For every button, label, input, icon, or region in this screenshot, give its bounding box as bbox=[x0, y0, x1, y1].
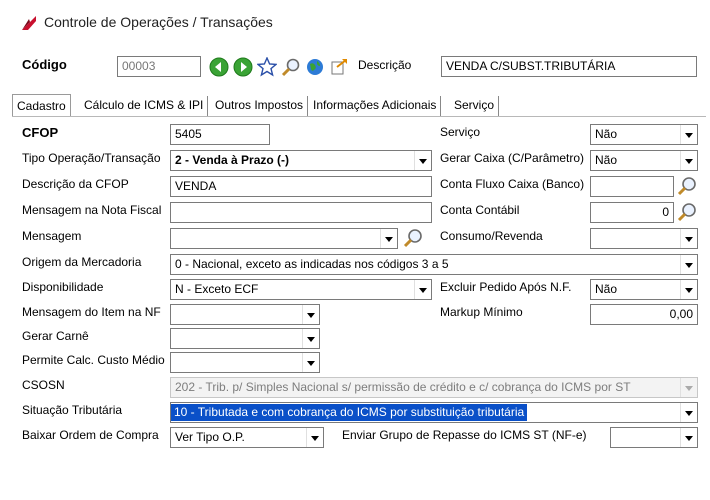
servico-dropdown-icon[interactable] bbox=[680, 125, 697, 144]
situacao-dropdown-icon[interactable] bbox=[680, 403, 697, 422]
conta-contabil-input[interactable]: 0 bbox=[590, 202, 674, 223]
enviar-grupo-dropdown-icon[interactable] bbox=[680, 428, 697, 447]
tab-informacoes-adicionais[interactable]: Informações Adicionais bbox=[309, 96, 442, 116]
enviar-grupo-select[interactable] bbox=[610, 427, 698, 448]
conta-fluxo-label: Conta Fluxo Caixa (Banco) bbox=[440, 177, 585, 191]
conta-contabil-search-icon[interactable] bbox=[676, 201, 698, 223]
descricao-cfop-label: Descrição da CFOP bbox=[22, 177, 129, 191]
situacao-select[interactable]: 10 - Tributada e com cobrança do ICMS po… bbox=[170, 402, 698, 423]
csosn-value: 202 - Trib. p/ Simples Nacional s/ permi… bbox=[175, 380, 631, 394]
tipo-operacao-dropdown-icon[interactable] bbox=[414, 151, 431, 170]
custo-medio-select[interactable] bbox=[170, 352, 320, 373]
csosn-dropdown-icon bbox=[680, 378, 697, 397]
descricao-label: Descrição bbox=[358, 58, 412, 72]
disponibilidade-select[interactable]: N - Exceto ECF bbox=[170, 279, 432, 300]
gerar-caixa-dropdown-icon[interactable] bbox=[680, 151, 697, 170]
tipo-operacao-select[interactable]: 2 - Venda à Prazo (-) bbox=[170, 150, 432, 171]
favorite-star-icon[interactable] bbox=[257, 57, 277, 77]
descricao-cfop-input[interactable]: VENDA bbox=[170, 176, 432, 197]
tab-divider bbox=[12, 116, 706, 117]
tab-cadastro[interactable]: Cadastro bbox=[12, 94, 71, 117]
previous-record-icon[interactable] bbox=[209, 57, 229, 77]
excluir-pedido-value: Não bbox=[595, 282, 618, 296]
tab-outros-impostos[interactable]: Outros Impostos bbox=[211, 96, 309, 116]
enviar-grupo-label: Enviar Grupo de Repasse do ICMS ST (NF-e… bbox=[342, 428, 587, 442]
csosn-label: CSOSN bbox=[22, 378, 65, 392]
conta-fluxo-input[interactable] bbox=[590, 176, 674, 197]
mensagem-item-select[interactable] bbox=[170, 304, 320, 325]
markup-input[interactable]: 0,00 bbox=[590, 304, 698, 325]
baixar-ordem-dropdown-icon[interactable] bbox=[306, 428, 323, 447]
servico-label: Serviço bbox=[440, 125, 481, 139]
next-record-icon[interactable] bbox=[233, 57, 253, 77]
situacao-label: Situação Tributária bbox=[22, 403, 123, 417]
servico-select[interactable]: Não bbox=[590, 124, 698, 145]
mensagem-item-label: Mensagem do Item na NF bbox=[22, 305, 161, 319]
mensagem-label: Mensagem bbox=[22, 229, 82, 243]
consumo-revenda-dropdown-icon[interactable] bbox=[680, 229, 697, 248]
disponibilidade-label: Disponibilidade bbox=[22, 280, 104, 294]
mensagem-item-dropdown-icon[interactable] bbox=[302, 305, 319, 324]
consumo-revenda-select[interactable] bbox=[590, 228, 698, 249]
codigo-input[interactable]: 00003 bbox=[117, 56, 201, 77]
tab-strip: Cadastro Cálculo de ICMS & IPI Outros Im… bbox=[12, 94, 706, 117]
tab-calculo-icms-ipi[interactable]: Cálculo de ICMS & IPI bbox=[80, 96, 209, 116]
origem-dropdown-icon[interactable] bbox=[680, 255, 697, 274]
export-icon[interactable] bbox=[329, 57, 349, 77]
gerar-carne-dropdown-icon[interactable] bbox=[302, 329, 319, 348]
search-icon[interactable] bbox=[281, 57, 301, 77]
tipo-operacao-label: Tipo Operação/Transação bbox=[22, 151, 161, 165]
title-bar: Controle de Operações / Transações bbox=[0, 0, 710, 44]
servico-value: Não bbox=[595, 127, 618, 141]
mensagem-nf-input[interactable] bbox=[170, 202, 432, 223]
origem-label: Origem da Mercadoria bbox=[22, 255, 142, 269]
origem-select[interactable]: 0 - Nacional, exceto as indicadas nos có… bbox=[170, 254, 698, 275]
baixar-ordem-value: Ver Tipo O.P. bbox=[175, 430, 245, 444]
app-logo-icon bbox=[22, 16, 36, 30]
gerar-caixa-value: Não bbox=[595, 153, 618, 167]
globe-icon[interactable] bbox=[305, 57, 325, 77]
excluir-pedido-select[interactable]: Não bbox=[590, 279, 698, 300]
mensagem-nf-label: Mensagem na Nota Fiscal bbox=[22, 203, 162, 217]
disponibilidade-dropdown-icon[interactable] bbox=[414, 280, 431, 299]
window-title: Controle de Operações / Transações bbox=[44, 14, 273, 30]
tipo-operacao-value: 2 - Venda à Prazo (-) bbox=[175, 153, 290, 167]
codigo-label: Código bbox=[22, 57, 67, 72]
mensagem-dropdown-icon[interactable] bbox=[380, 229, 397, 248]
disponibilidade-value: N - Exceto ECF bbox=[175, 282, 259, 296]
excluir-pedido-dropdown-icon[interactable] bbox=[680, 280, 697, 299]
baixar-ordem-select[interactable]: Ver Tipo O.P. bbox=[170, 427, 324, 448]
conta-contabil-label: Conta Contábil bbox=[440, 203, 520, 217]
cfop-label: CFOP bbox=[22, 125, 59, 140]
descricao-input[interactable]: VENDA C/SUBST.TRIBUTÁRIA bbox=[441, 56, 697, 77]
csosn-select: 202 - Trib. p/ Simples Nacional s/ permi… bbox=[170, 377, 698, 398]
cfop-input[interactable]: 5405 bbox=[170, 124, 270, 145]
origem-value: 0 - Nacional, exceto as indicadas nos có… bbox=[175, 257, 449, 271]
conta-fluxo-search-icon[interactable] bbox=[676, 175, 698, 197]
custo-medio-label: Permite Calc. Custo Médio bbox=[22, 353, 165, 367]
custo-medio-dropdown-icon[interactable] bbox=[302, 353, 319, 372]
tab-servico[interactable]: Serviço bbox=[450, 96, 500, 116]
markup-label: Markup Mínimo bbox=[440, 305, 523, 319]
excluir-pedido-label: Excluir Pedido Após N.F. bbox=[440, 280, 572, 294]
gerar-caixa-label: Gerar Caixa (C/Parâmetro) bbox=[440, 151, 585, 165]
situacao-value: 10 - Tributada e com cobrança do ICMS po… bbox=[171, 404, 528, 421]
gerar-caixa-select[interactable]: Não bbox=[590, 150, 698, 171]
baixar-ordem-label: Baixar Ordem de Compra bbox=[22, 428, 159, 442]
gerar-carne-select[interactable] bbox=[170, 328, 320, 349]
mensagem-search-icon[interactable] bbox=[402, 227, 424, 249]
gerar-carne-label: Gerar Carnê bbox=[22, 329, 89, 343]
mensagem-select[interactable] bbox=[170, 228, 398, 249]
consumo-revenda-label: Consumo/Revenda bbox=[440, 229, 543, 243]
